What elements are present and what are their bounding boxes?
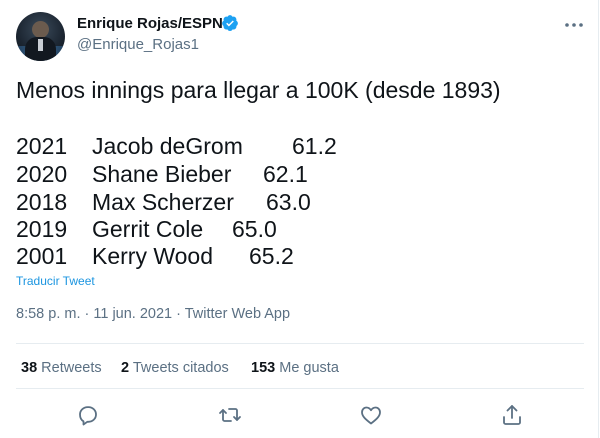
retweet-icon <box>219 408 241 422</box>
divider <box>16 388 584 389</box>
divider <box>16 343 584 344</box>
row-innings: 61.2 <box>292 133 337 159</box>
likes-stat[interactable]: 153 Me gusta <box>251 360 339 376</box>
row-innings: 62.1 <box>263 161 308 187</box>
retweets-stat[interactable]: 38 Retweets <box>21 360 102 376</box>
row-year: 2019 <box>16 216 68 242</box>
row-player: Shane Bieber <box>92 161 232 187</box>
quotes-stat[interactable]: 2 Tweets citados <box>121 360 229 376</box>
row-year: 2020 <box>16 161 68 187</box>
row-player: Max Scherzer <box>92 189 234 215</box>
row-year: 2021 <box>16 133 68 159</box>
author-handle[interactable]: @Enrique_Rojas1 <box>77 36 199 53</box>
row-innings: 65.2 <box>249 243 294 269</box>
reply-button[interactable] <box>76 403 100 427</box>
row-year: 2001 <box>16 243 68 269</box>
more-options-icon[interactable] <box>563 16 585 34</box>
like-button[interactable] <box>359 403 383 427</box>
row-player: Gerrit Cole <box>92 216 204 242</box>
tweet-timestamp[interactable]: 8:58 p. m. · 11 jun. 2021 · Twitter Web … <box>16 306 290 322</box>
share-button[interactable] <box>500 403 524 427</box>
translate-tweet-link[interactable]: Traducir Tweet <box>16 274 95 288</box>
row-innings: 65.0 <box>232 216 277 242</box>
avatar[interactable] <box>16 12 65 61</box>
reply-icon <box>79 406 97 426</box>
share-icon <box>503 405 521 425</box>
tweet-headline: Menos innings para llegar a 100K (desde … <box>16 77 501 103</box>
author-name[interactable]: Enrique Rojas/ESPN <box>77 15 223 32</box>
row-year: 2018 <box>16 189 68 215</box>
heart-icon <box>361 406 381 425</box>
row-innings: 63.0 <box>266 189 311 215</box>
retweet-button[interactable] <box>218 403 242 427</box>
row-player: Kerry Wood <box>92 243 214 269</box>
tweet-card: Enrique Rojas/ESPN @Enrique_Rojas1 Menos… <box>0 0 599 438</box>
verified-badge-icon <box>222 15 238 32</box>
row-player: Jacob deGrom <box>92 133 243 159</box>
